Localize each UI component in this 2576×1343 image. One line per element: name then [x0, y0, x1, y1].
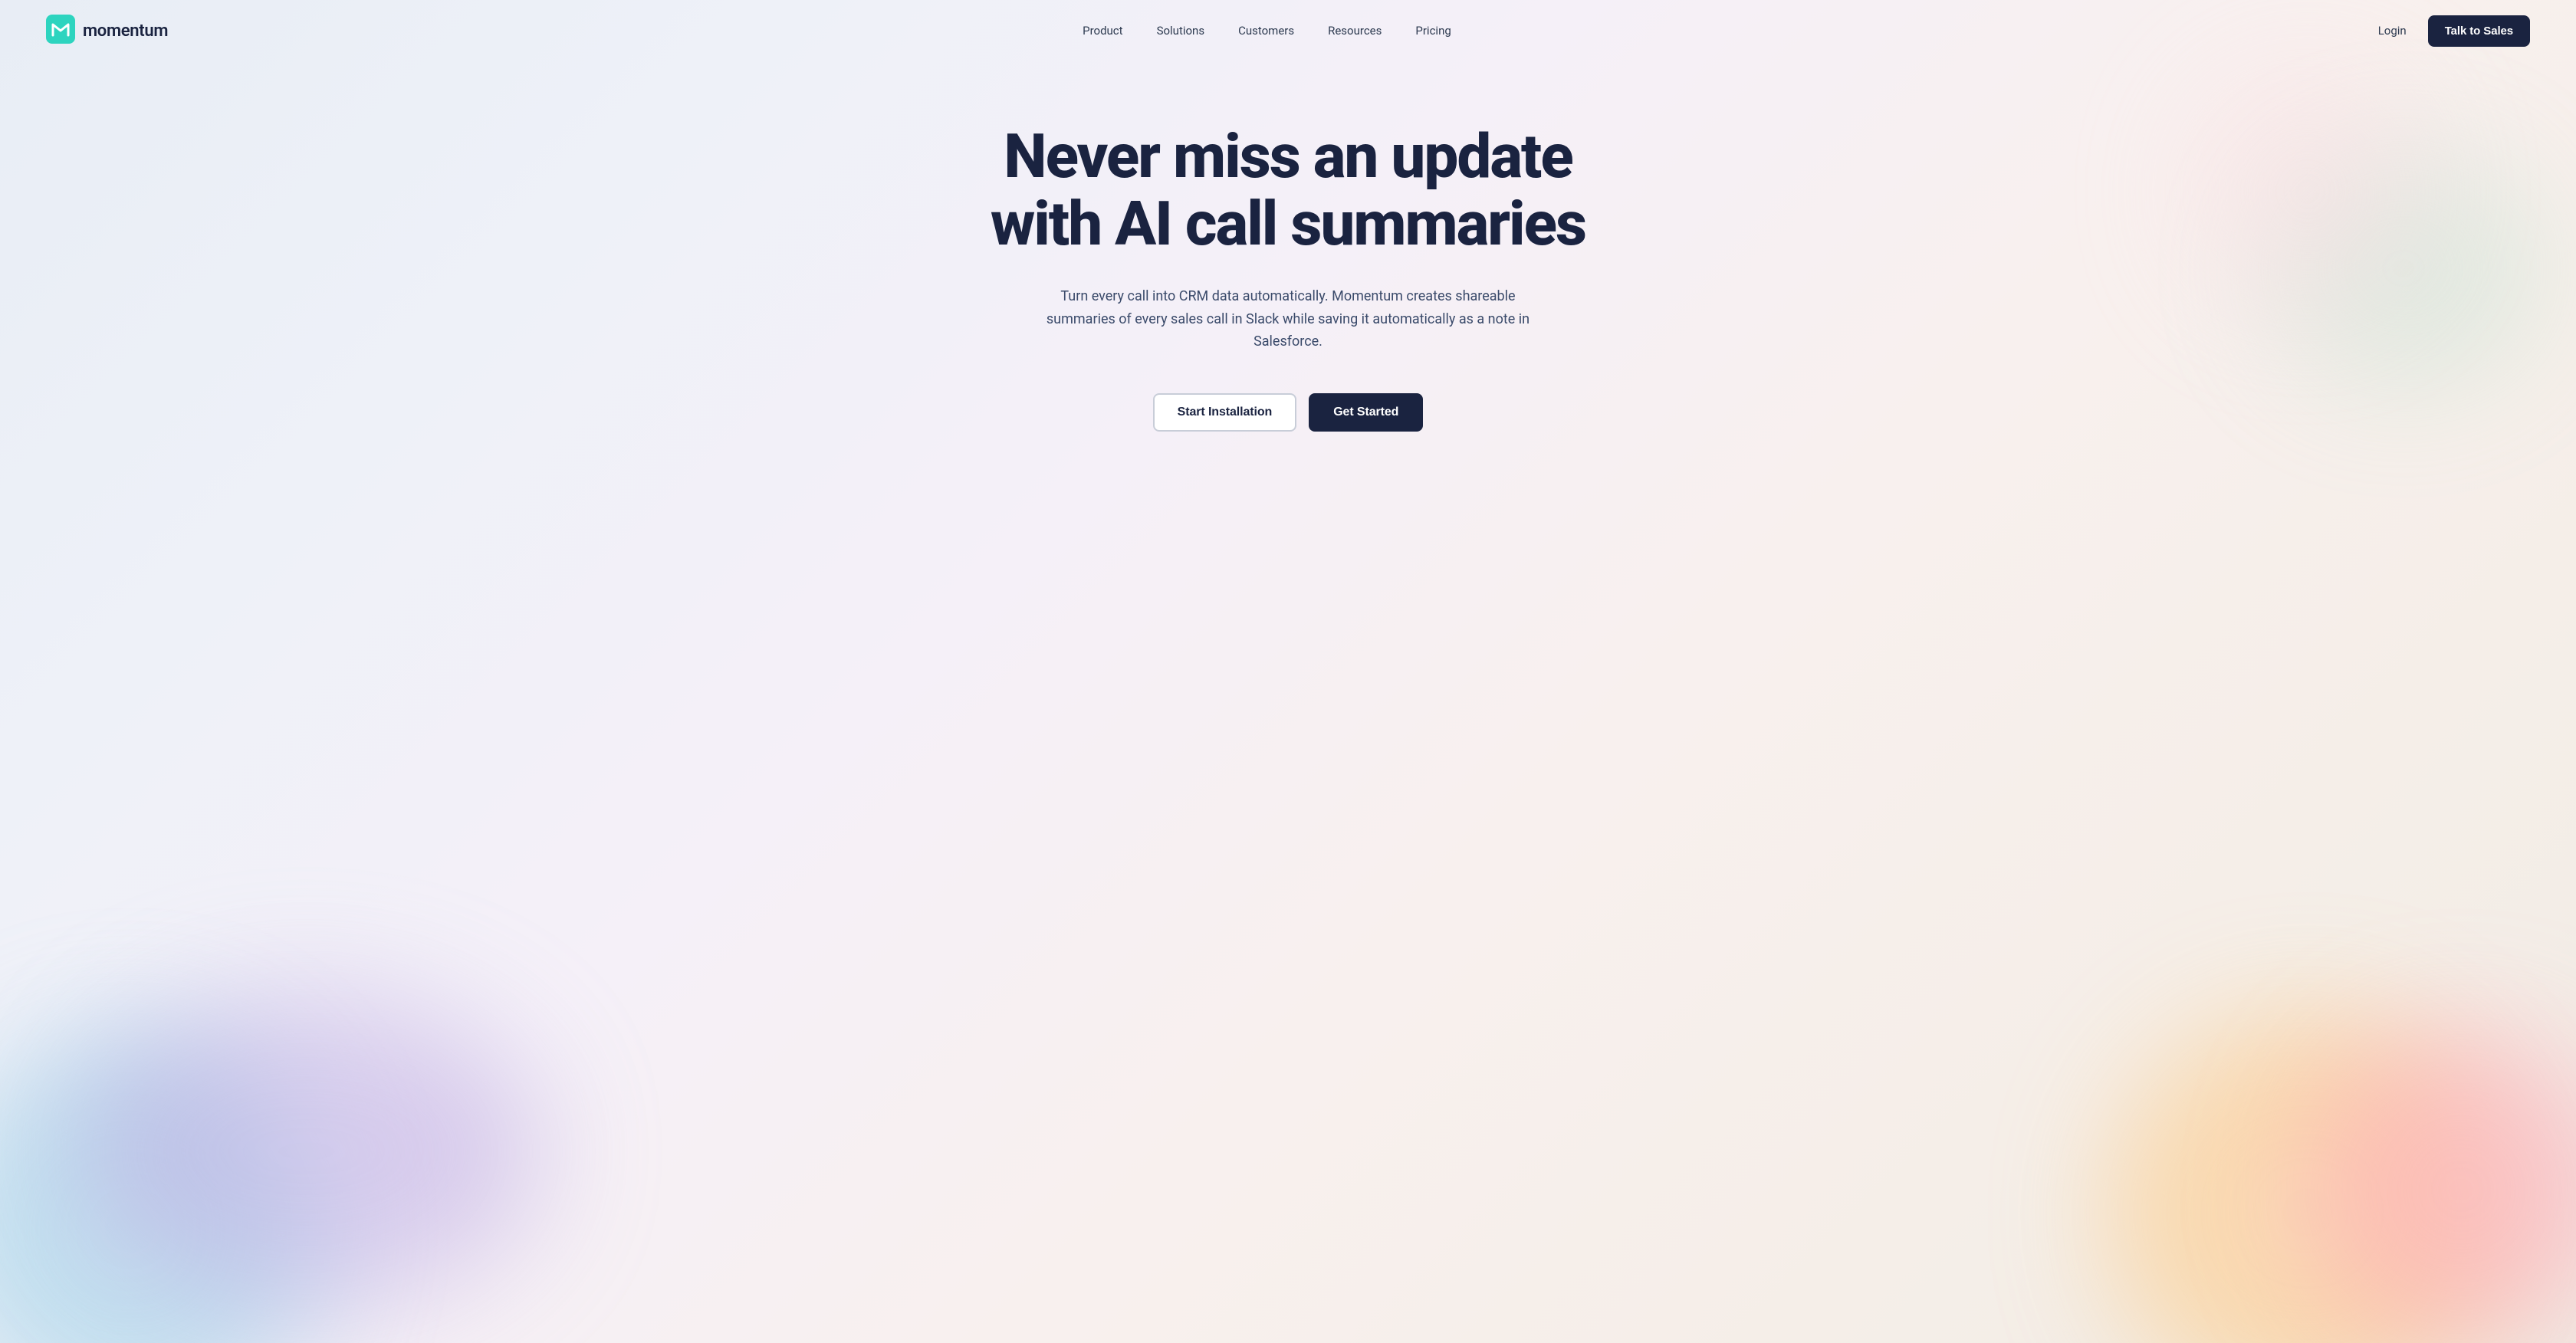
blob-2 [77, 998, 537, 1305]
page-wrapper: momentum Product Solutions Customers Res… [0, 0, 2576, 1343]
nav-item-product[interactable]: Product [1069, 18, 1136, 44]
nav-actions: Login Talk to Sales [2366, 15, 2530, 47]
get-started-button[interactable]: Get Started [1309, 393, 1423, 432]
hero-subtitle: Turn every call into CRM data automatica… [1027, 285, 1549, 353]
blob-4 [2308, 1036, 2576, 1343]
start-installation-button[interactable]: Start Installation [1153, 393, 1297, 432]
nav-item-resources[interactable]: Resources [1314, 18, 1395, 44]
hero-section: Never miss an update with AI call summar… [0, 61, 2576, 478]
nav-item-customers[interactable]: Customers [1224, 18, 1308, 44]
hero-buttons: Start Installation Get Started [1153, 393, 1424, 432]
logo-icon [46, 15, 75, 47]
talk-to-sales-button[interactable]: Talk to Sales [2428, 15, 2530, 47]
nav-item-solutions[interactable]: Solutions [1143, 18, 1219, 44]
blob-3 [2116, 1021, 2499, 1343]
logo[interactable]: momentum [46, 15, 168, 47]
brand-name: momentum [83, 21, 168, 41]
login-link[interactable]: Login [2366, 18, 2419, 44]
nav-links: Product Solutions Customers Resources Pr… [1069, 18, 1465, 44]
hero-title: Never miss an update with AI call summar… [943, 123, 1633, 258]
navbar: momentum Product Solutions Customers Res… [0, 0, 2576, 61]
blob-1 [0, 1036, 322, 1343]
nav-item-pricing[interactable]: Pricing [1401, 18, 1464, 44]
